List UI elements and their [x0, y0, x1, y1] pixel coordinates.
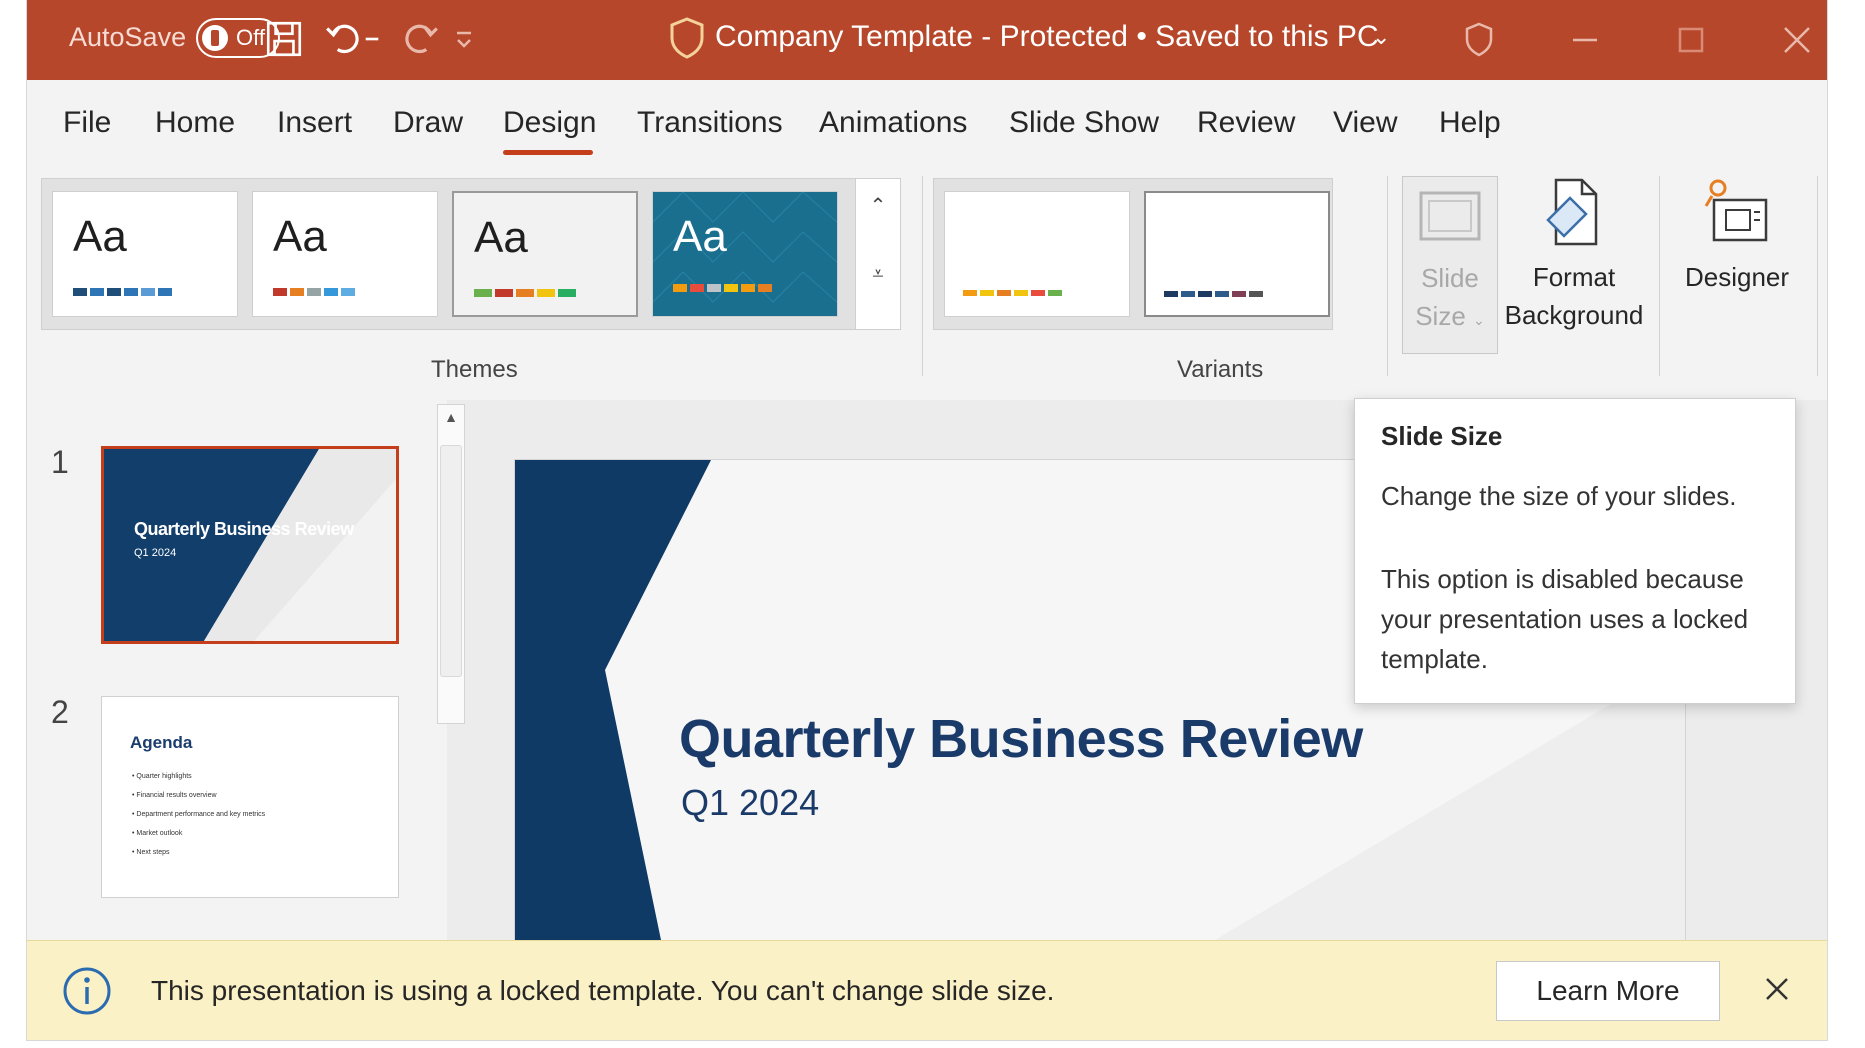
- minimize-icon[interactable]: [1561, 16, 1609, 64]
- thumb1-title: Quarterly Business Review: [134, 519, 354, 539]
- variants-gallery: [933, 178, 1333, 330]
- format-background-label-1: Format: [1532, 262, 1616, 292]
- theme-facet[interactable]: Aa: [452, 191, 638, 317]
- gallery-up-icon[interactable]: ⌃: [856, 193, 900, 253]
- title-bar: AutoSave Off Company Template - Protecte…: [27, 0, 1827, 80]
- tab-home[interactable]: Home: [155, 106, 235, 140]
- thumb1-subtitle: Q1 2024: [134, 547, 177, 559]
- themes-group-label: Themes: [431, 356, 518, 383]
- slide-size-label-1: Slide: [1421, 263, 1479, 293]
- save-icon[interactable]: [263, 18, 305, 60]
- message-bar: This presentation is using a locked temp…: [27, 940, 1827, 1040]
- tab-transitions[interactable]: Transitions: [637, 106, 783, 140]
- tab-file[interactable]: File: [63, 106, 111, 140]
- tab-design[interactable]: Design: [503, 106, 596, 140]
- theme-color-swatches: [673, 284, 772, 292]
- themes-gallery-scroll: ⌃ ⩡: [855, 178, 901, 330]
- scrollbar-thumb[interactable]: [440, 445, 462, 677]
- learn-more-button[interactable]: Learn More: [1496, 961, 1720, 1021]
- thumb2-bullet-list: Quarter highlights Financial results ove…: [132, 767, 265, 862]
- tab-help[interactable]: Help: [1439, 106, 1501, 140]
- tab-view[interactable]: View: [1333, 106, 1397, 140]
- theme-sample-text: Aa: [673, 212, 727, 261]
- info-icon: [61, 965, 113, 1017]
- slide-thumbnail-1[interactable]: Quarterly Business Review Q1 2024: [101, 446, 399, 644]
- thumb2-bullet: Quarter highlights: [132, 767, 265, 786]
- chevron-down-icon: ⌄: [1473, 312, 1485, 328]
- theme-color-swatches: [273, 288, 355, 296]
- document-title[interactable]: Company Template - Protected • Saved to …: [715, 20, 1379, 54]
- close-icon[interactable]: [1773, 16, 1821, 64]
- tab-slide-show[interactable]: Slide Show: [1009, 106, 1159, 140]
- format-background-icon: [1538, 176, 1610, 252]
- customize-qat-icon[interactable]: [449, 18, 479, 60]
- thumb2-bullet: Department performance and key metrics: [132, 805, 265, 824]
- title-chevron-down-icon[interactable]: ⌄: [1372, 24, 1390, 50]
- slide-size-button[interactable]: Slide Size ⌄: [1402, 176, 1498, 354]
- dismiss-close-icon[interactable]: [1757, 969, 1797, 1009]
- variants-group-label: Variants: [1177, 356, 1264, 383]
- autosave-label: AutoSave: [69, 22, 187, 52]
- theme-office[interactable]: Aa: [52, 191, 238, 317]
- format-background-label-2: Background: [1504, 300, 1644, 330]
- slide-number: 2: [51, 694, 69, 730]
- thumb2-bullet: Next steps: [132, 843, 265, 862]
- designer-label: Designer: [1684, 262, 1790, 292]
- variant-color-swatches: [1164, 291, 1263, 297]
- thumb2-title: Agenda: [130, 733, 193, 752]
- theme-ion[interactable]: Aa: [652, 191, 838, 317]
- tooltip-description: Change the size of your slides.: [1381, 481, 1737, 511]
- active-tab-indicator: [503, 150, 593, 155]
- undo-icon[interactable]: [323, 18, 365, 60]
- thumb2-bullet: Market outlook: [132, 824, 265, 843]
- thumbnail-scrollbar[interactable]: ▲: [437, 404, 465, 724]
- toggle-knob-icon: [202, 25, 228, 51]
- theme-sample-text: Aa: [273, 212, 327, 261]
- maximize-icon[interactable]: [1667, 16, 1715, 64]
- theme-office-2[interactable]: Aa: [252, 191, 438, 317]
- autosave-state: Off: [236, 25, 265, 50]
- slide-thumbnail-2[interactable]: Agenda Quarter highlights Financial resu…: [101, 696, 399, 898]
- theme-color-swatches: [73, 288, 172, 296]
- design-ribbon: Aa Aa Aa Aa ⌃ ⩡ Themes Variants Slide Si…: [27, 166, 1827, 401]
- slide-number: 1: [51, 444, 69, 480]
- variant-1[interactable]: [944, 191, 1130, 317]
- tooltip-title: Slide Size: [1381, 421, 1503, 451]
- shield-outline-icon[interactable]: [1455, 16, 1503, 64]
- slide-size-label-2: Size ⌄: [1415, 301, 1485, 331]
- thumb2-bullet: Financial results overview: [132, 786, 265, 805]
- thumb1-background-shape: [104, 449, 396, 641]
- group-separator: [922, 176, 923, 376]
- tab-insert[interactable]: Insert: [277, 106, 352, 140]
- tab-animations[interactable]: Animations: [819, 106, 967, 140]
- ribbon-tabs: File Home Insert Draw Design Transitions…: [27, 80, 1827, 166]
- theme-color-swatches: [474, 289, 576, 297]
- slide-title[interactable]: Quarterly Business Review: [679, 708, 1363, 770]
- theme-sample-text: Aa: [73, 212, 127, 261]
- slide-subtitle[interactable]: Q1 2024: [681, 782, 819, 824]
- slide-size-icon: [1415, 183, 1485, 253]
- shield-icon: [667, 16, 707, 60]
- theme-sample-text: Aa: [474, 213, 528, 262]
- slide-thumbnail-pane: 1 Quarterly Business Review Q1 2024 2 Ag…: [27, 400, 447, 940]
- scroll-up-icon[interactable]: ▲: [438, 409, 464, 425]
- variant-color-swatches: [963, 290, 1062, 296]
- format-background-button[interactable]: Format Background: [1501, 176, 1647, 334]
- tooltip-disabled-reason: This option is disabled because your pre…: [1381, 564, 1749, 674]
- slide-size-tooltip: Slide Size Change the size of your slide…: [1354, 398, 1796, 704]
- gallery-more-icon[interactable]: ⩡: [856, 263, 900, 323]
- group-separator: [1817, 176, 1818, 376]
- redo-icon[interactable]: [399, 18, 441, 60]
- variant-2[interactable]: [1144, 191, 1330, 317]
- group-separator: [1387, 176, 1388, 376]
- themes-gallery: Aa Aa Aa Aa: [41, 178, 893, 330]
- message-text: This presentation is using a locked temp…: [151, 975, 1055, 1006]
- designer-button[interactable]: Designer: [1672, 176, 1802, 296]
- designer-icon: [1698, 176, 1776, 252]
- tab-review[interactable]: Review: [1197, 106, 1295, 140]
- powerpoint-window: AutoSave Off Company Template - Protecte…: [27, 0, 1827, 1040]
- group-separator: [1659, 176, 1660, 376]
- undo-dropdown-icon[interactable]: [361, 18, 383, 60]
- tab-draw[interactable]: Draw: [393, 106, 463, 140]
